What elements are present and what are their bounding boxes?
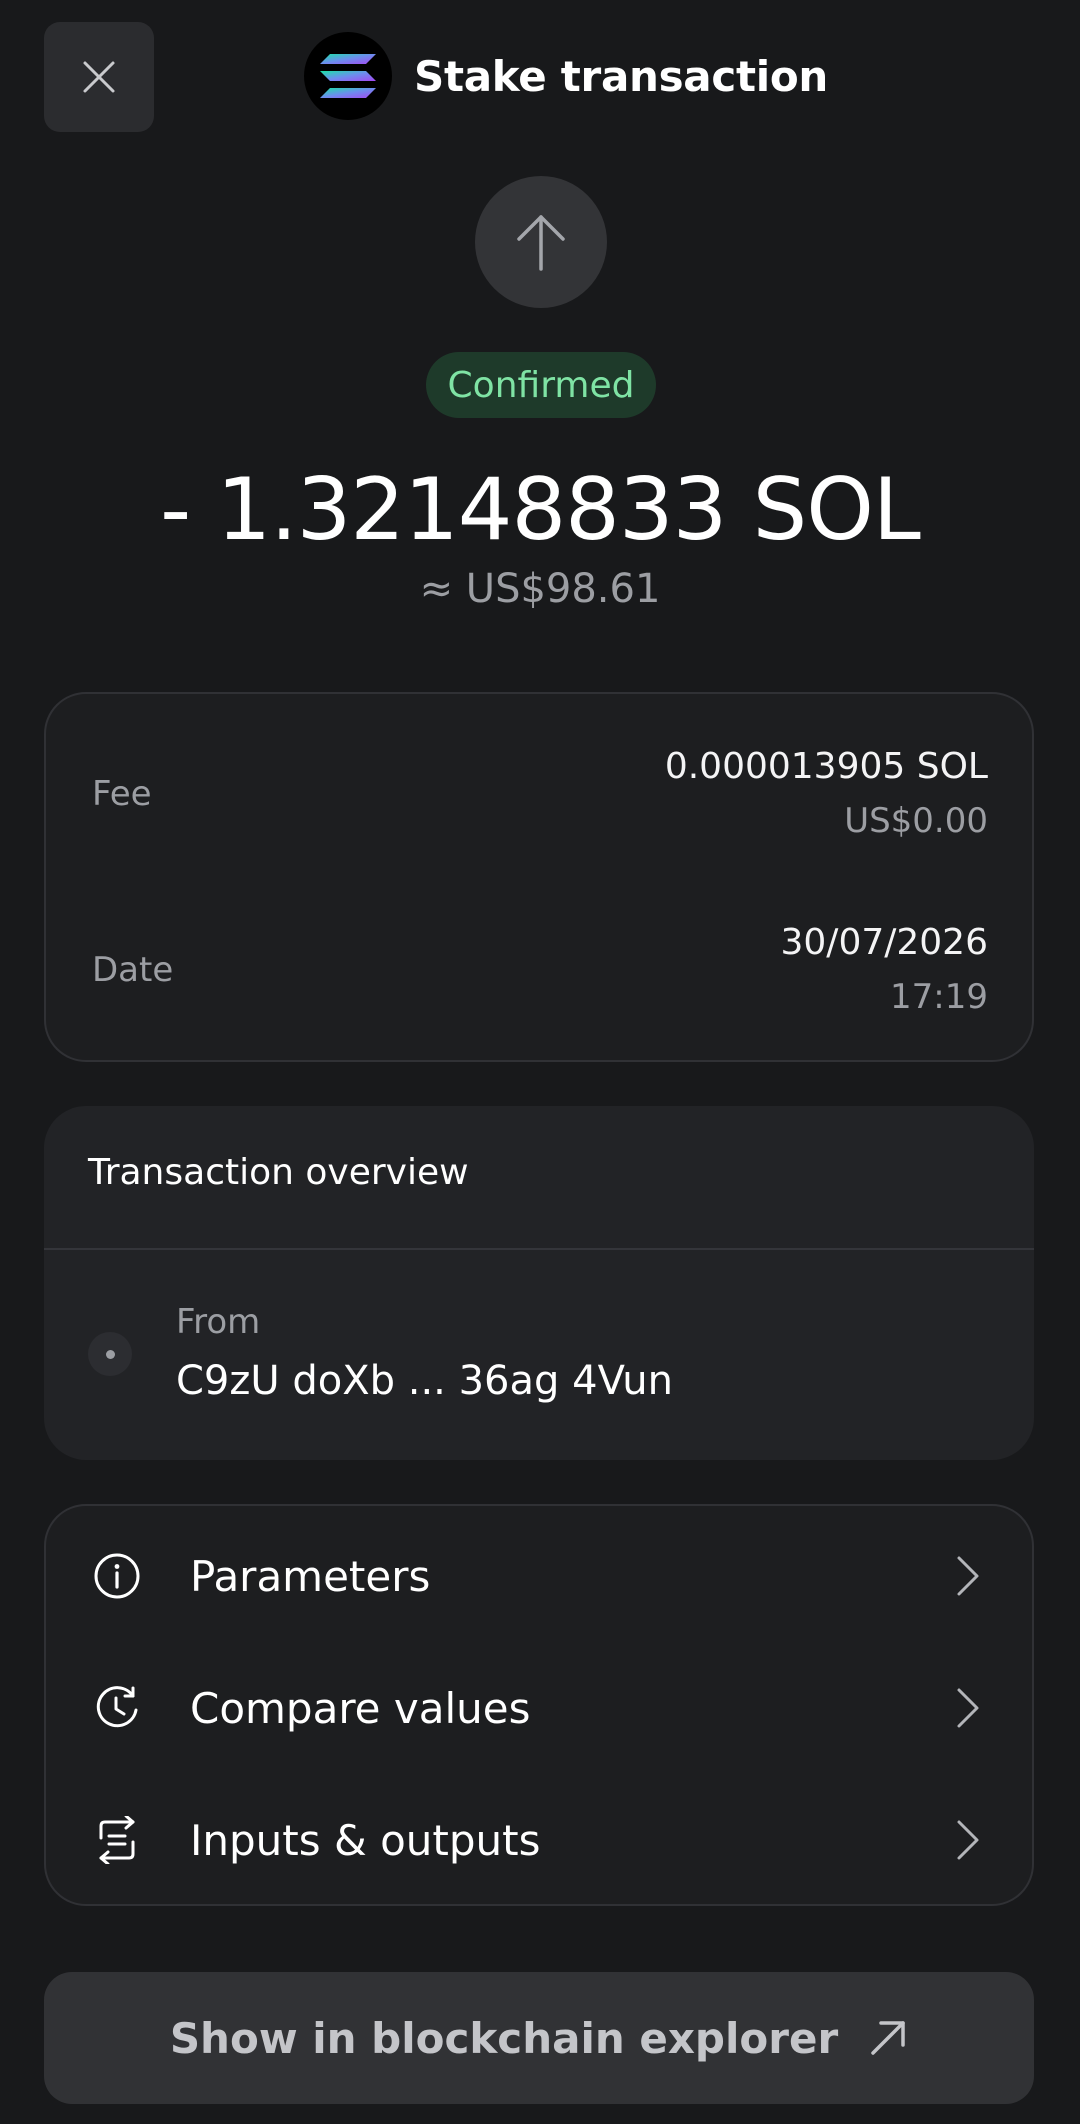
menu-item-inputs-outputs[interactable]: Inputs & outputs bbox=[46, 1774, 1032, 1906]
from-account-icon bbox=[88, 1332, 132, 1376]
explorer-button-label: Show in blockchain explorer bbox=[169, 2013, 839, 2063]
from-label: From bbox=[176, 1302, 261, 1342]
menu-item-label: Compare values bbox=[190, 1683, 531, 1733]
from-address[interactable]: C9zU doXb ... 36ag 4Vun bbox=[176, 1358, 673, 1404]
date-row: Date 30/07/2026 17:19 bbox=[92, 916, 988, 1024]
info-icon bbox=[92, 1551, 142, 1601]
swap-icon bbox=[92, 1815, 142, 1865]
date-value: 30/07/2026 bbox=[780, 922, 989, 963]
chevron-right-icon bbox=[948, 1683, 988, 1733]
clock-history-icon bbox=[92, 1683, 142, 1733]
details-card: Fee 0.000013905 SOL US$0.00 Date 30/07/2… bbox=[44, 692, 1034, 1062]
chevron-right-icon bbox=[948, 1551, 988, 1601]
divider bbox=[44, 1248, 1034, 1250]
page-title: Stake transaction bbox=[414, 51, 828, 101]
chevron-right-icon bbox=[948, 1815, 988, 1865]
overview-title: Transaction overview bbox=[88, 1152, 469, 1193]
menu-item-label: Inputs & outputs bbox=[190, 1815, 541, 1865]
close-button[interactable] bbox=[44, 22, 154, 132]
solana-logo-icon bbox=[304, 32, 392, 120]
fee-label: Fee bbox=[92, 774, 152, 814]
header: Stake transaction bbox=[304, 32, 828, 120]
blockchain-explorer-button[interactable]: Show in blockchain explorer bbox=[44, 1972, 1034, 2104]
menu-item-compare-values[interactable]: Compare values bbox=[46, 1642, 1032, 1774]
arrow-up-icon bbox=[517, 215, 565, 271]
fee-row: Fee 0.000013905 SOL US$0.00 bbox=[92, 740, 988, 848]
transaction-overview-card: Transaction overview From C9zU doXb ... … bbox=[44, 1106, 1034, 1460]
options-menu: Parameters Compare values Inputs & outpu… bbox=[44, 1504, 1034, 1906]
time-value: 17:19 bbox=[890, 977, 988, 1017]
transaction-amount: - 1.32148833 SOL bbox=[160, 460, 921, 560]
external-arrow-icon bbox=[868, 2018, 908, 2058]
menu-item-label: Parameters bbox=[190, 1551, 431, 1601]
fee-value: 0.000013905 SOL bbox=[664, 746, 988, 787]
fee-usd: US$0.00 bbox=[844, 801, 988, 841]
direction-indicator bbox=[475, 176, 607, 308]
status-badge: Confirmed bbox=[426, 352, 656, 418]
date-label: Date bbox=[92, 950, 174, 990]
menu-item-parameters[interactable]: Parameters bbox=[46, 1510, 1032, 1642]
transaction-amount-usd: ≈ US$98.61 bbox=[419, 566, 661, 612]
close-icon bbox=[83, 61, 115, 93]
